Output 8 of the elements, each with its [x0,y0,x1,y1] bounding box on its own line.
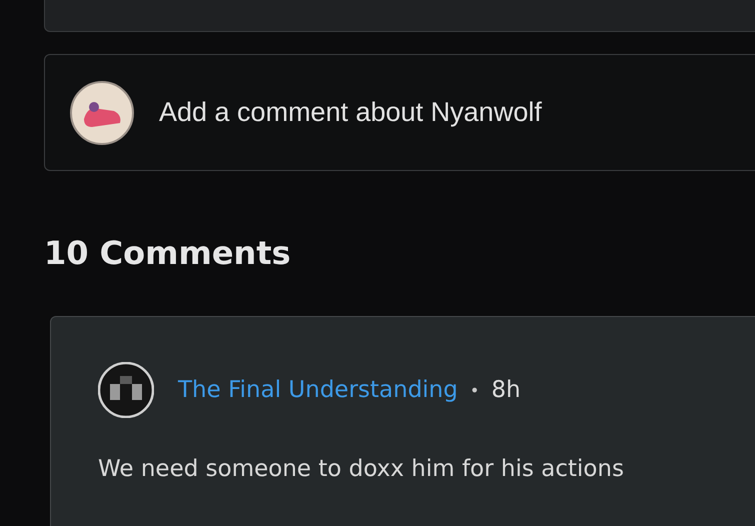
avatar-icon [98,362,154,418]
comments-heading: 10 Comments [44,233,292,273]
avatar-icon [70,80,134,144]
comment-time: 8h [491,377,521,403]
separator-dot: • [470,380,480,400]
comment-text: We need someone to doxx him for his actions [98,456,625,482]
comment-input[interactable]: Add a comment about Nyanwolf [159,97,719,128]
author-link[interactable]: The Final Understanding [178,377,458,403]
